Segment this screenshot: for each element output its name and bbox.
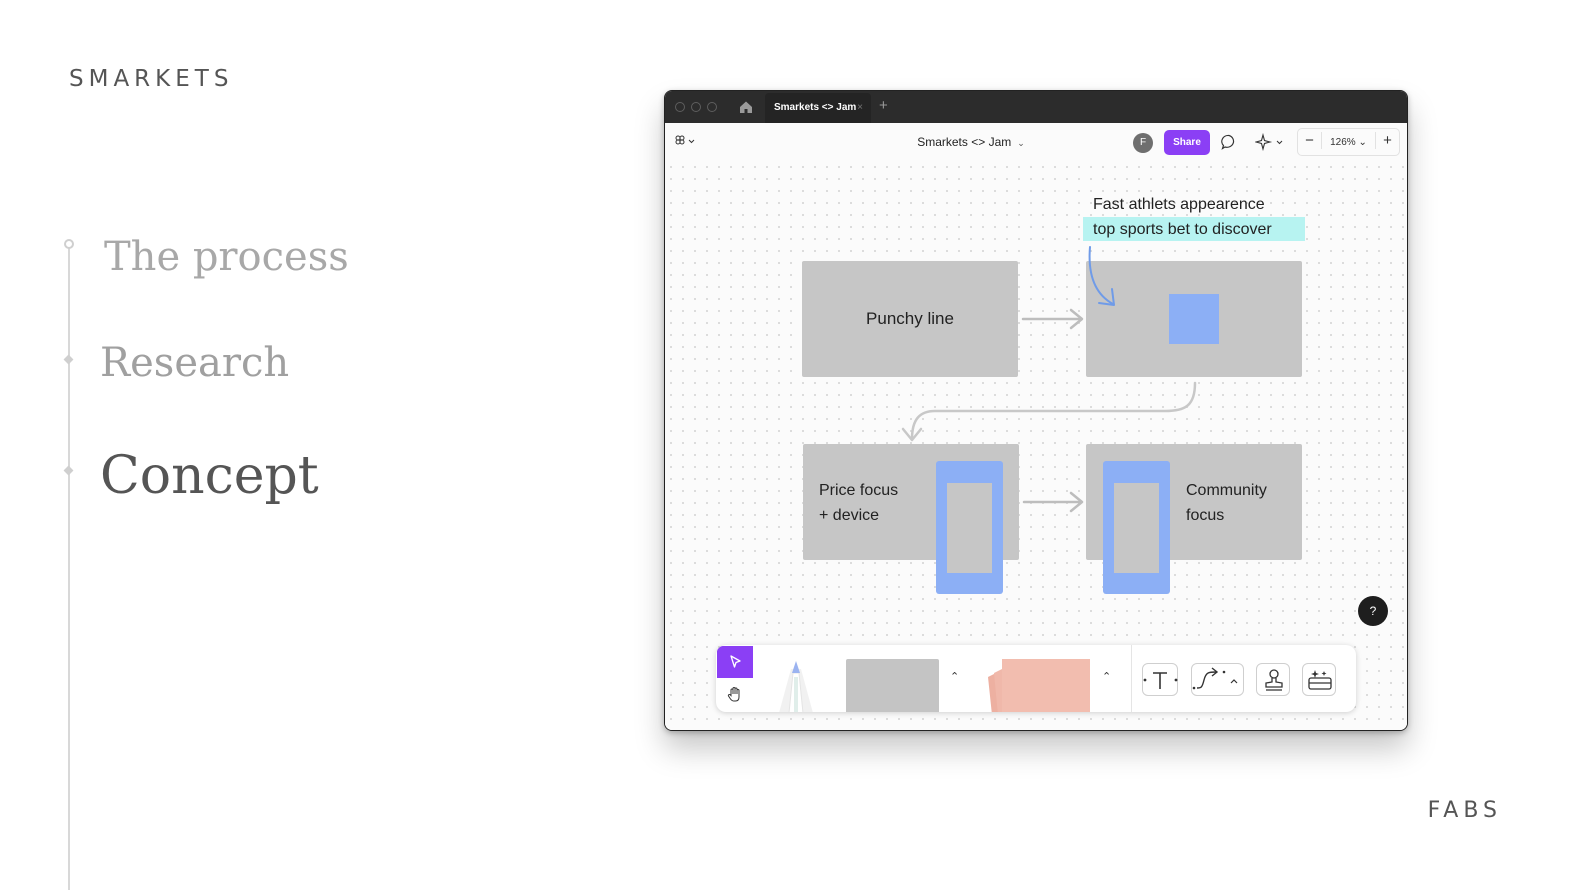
title-bar: Smarkets <> Jam × + xyxy=(665,91,1407,123)
connector-icon xyxy=(1192,667,1238,690)
file-title-text: Smarkets <> Jam xyxy=(917,135,1012,149)
zoom-level: 126% xyxy=(1330,137,1356,148)
connector-tool-button[interactable] xyxy=(1191,663,1244,696)
tab-close-icon[interactable]: × xyxy=(857,93,863,123)
text-tool-icon xyxy=(1143,672,1178,689)
comment-icon[interactable] xyxy=(1221,134,1237,150)
zoom-out-button[interactable]: − xyxy=(1298,132,1322,149)
app-window: Smarkets <> Jam × + Smarkets <> Jam ⌄ F S… xyxy=(664,90,1408,731)
shape-tool-rectangle[interactable] xyxy=(846,659,939,712)
chevron-up-icon[interactable]: ⌃ xyxy=(950,670,959,683)
step-the-process: The process xyxy=(104,234,349,280)
arrow-punchy-to-athletes xyxy=(1021,308,1084,330)
step-concept: Concept xyxy=(100,446,319,506)
window-maximize-control[interactable] xyxy=(707,102,717,112)
avatar[interactable]: F xyxy=(1133,133,1153,153)
hand-drawn-blue-arrow xyxy=(1088,246,1115,306)
step-research: Research xyxy=(100,340,290,386)
help-button[interactable]: ? xyxy=(1358,596,1388,626)
timeline-marker xyxy=(63,465,74,476)
tool-dock: ⌃ ⌃ xyxy=(716,645,1356,712)
new-tab-button[interactable]: + xyxy=(879,97,888,114)
zoom-level-dropdown[interactable]: 126% ⌄ xyxy=(1322,137,1375,148)
ai-sparkle-icon[interactable] xyxy=(1255,133,1285,151)
file-title[interactable]: Smarkets <> Jam ⌄ xyxy=(665,135,1407,149)
timeline-line xyxy=(68,246,70,890)
zoom-control: − 126% ⌄ + xyxy=(1297,128,1400,156)
chevron-down-icon: ⌄ xyxy=(1017,138,1025,148)
select-tool-button[interactable] xyxy=(717,646,753,678)
zoom-in-button[interactable]: + xyxy=(1375,132,1399,149)
window-minimize-control[interactable] xyxy=(691,102,701,112)
sticky-note-tool[interactable] xyxy=(984,659,1094,712)
chevron-down-icon: ⌄ xyxy=(1358,137,1367,148)
file-toolbar: Smarkets <> Jam ⌄ F Share − 126% ⌄ + xyxy=(665,123,1407,161)
stamp-tool-button[interactable] xyxy=(1256,663,1290,696)
tab-title: Smarkets <> Jam xyxy=(774,102,857,113)
tab-smarkets-jam[interactable]: Smarkets <> Jam × xyxy=(765,93,871,123)
timeline-start-dot xyxy=(64,239,74,249)
home-icon[interactable] xyxy=(739,100,753,114)
dock-divider xyxy=(1131,645,1132,712)
text-tool-button[interactable] xyxy=(1142,663,1178,696)
pencil-icon[interactable] xyxy=(771,655,821,712)
widgets-tool-button[interactable] xyxy=(1302,663,1336,696)
widgets-icon xyxy=(1308,670,1332,690)
brand-logo: SMARKETS xyxy=(69,66,234,92)
footer-brand: FABS xyxy=(1427,798,1502,823)
curved-arrow-to-price xyxy=(901,381,1197,442)
window-close-control[interactable] xyxy=(675,102,685,112)
chevron-up-icon[interactable]: ⌃ xyxy=(1102,670,1111,683)
stamp-icon xyxy=(1265,669,1283,691)
whiteboard-canvas[interactable]: Fast athlets appearence top sports bet t… xyxy=(665,161,1407,730)
select-arrow-icon xyxy=(730,655,741,668)
share-button[interactable]: Share xyxy=(1164,130,1210,155)
arrow-price-to-community xyxy=(1022,491,1084,513)
timeline-marker xyxy=(63,354,74,365)
hand-icon[interactable] xyxy=(726,685,744,703)
